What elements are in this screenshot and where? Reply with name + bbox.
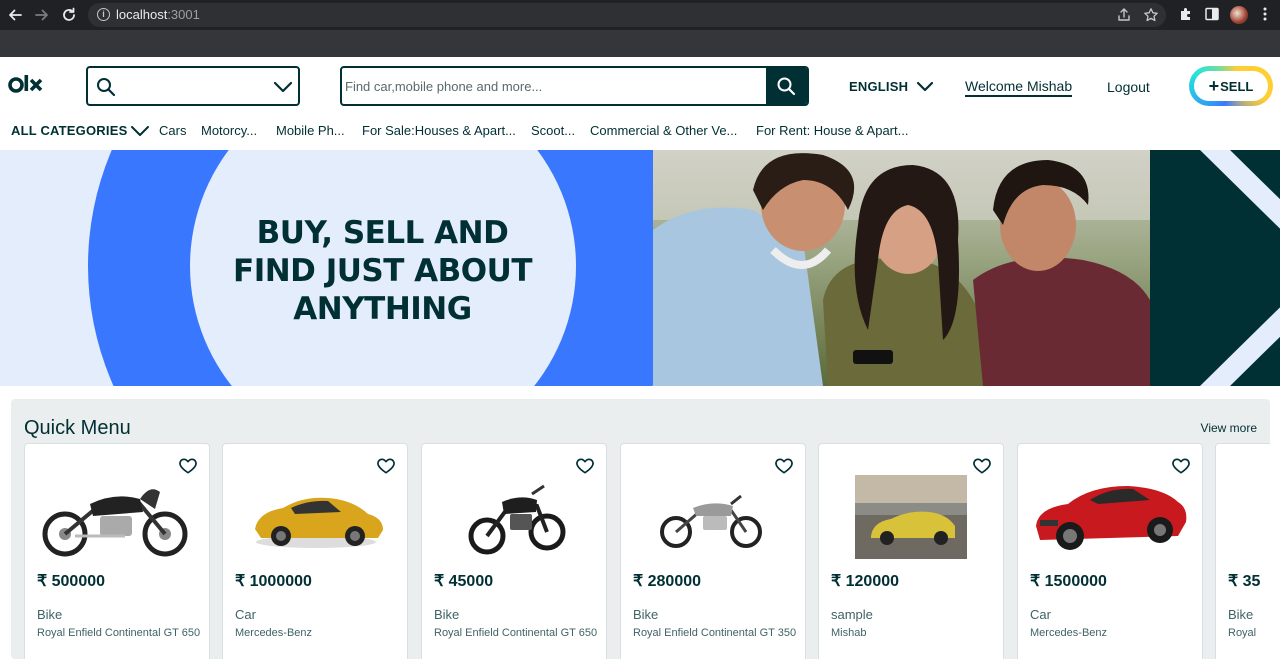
product-image-yellow-car-photo	[829, 474, 995, 560]
product-price: ₹ 1000000	[235, 573, 312, 590]
chevron-down-icon[interactable]	[273, 80, 293, 94]
olx-logo-icon	[8, 75, 43, 93]
product-image-red-sports-car	[1028, 474, 1194, 560]
product-price: ₹ 35	[1228, 573, 1261, 590]
heart-icon[interactable]	[376, 456, 396, 476]
hero-banner[interactable]: BUY, SELL AND FIND JUST ABOUT ANYTHING	[0, 150, 1280, 386]
product-card[interactable]: ₹ 45000 Bike Royal Enfield Continental G…	[421, 443, 607, 659]
product-name: Royal Enfield Continental GT 650	[434, 627, 598, 639]
product-price: ₹ 1500000	[1030, 573, 1107, 590]
logout-link[interactable]: Logout	[1107, 79, 1150, 95]
view-more-link[interactable]: View more	[1201, 421, 1257, 435]
category-item-mobile-phones[interactable]: Mobile Ph...	[276, 123, 345, 138]
product-name: Mercedes-Benz	[1030, 627, 1108, 639]
site-info-icon[interactable]: i	[97, 8, 110, 21]
all-categories-label[interactable]: ALL CATEGORIES	[11, 123, 127, 138]
extensions-puzzle-icon[interactable]	[1177, 6, 1195, 24]
profile-avatar[interactable]	[1230, 6, 1248, 24]
sell-button-inner: +SELL	[1194, 71, 1268, 101]
product-category: sample	[831, 607, 873, 622]
product-category: Car	[235, 607, 256, 622]
search-icon	[777, 77, 796, 96]
olx-logo[interactable]	[8, 73, 46, 100]
product-category: Bike	[434, 607, 460, 622]
product-card[interactable]: ₹ 120000 sample Mishab	[818, 443, 1004, 659]
chevron-down-icon	[916, 81, 934, 92]
product-card[interactable]: ₹ 1000000 Car Mercedes-Benz	[222, 443, 408, 659]
product-category: Bike	[37, 607, 63, 622]
side-panel-icon[interactable]	[1203, 6, 1221, 24]
product-category: Car	[1030, 607, 1051, 622]
quick-menu-title: Quick Menu	[24, 417, 131, 439]
heart-icon[interactable]	[1171, 456, 1191, 476]
product-card[interactable]: ₹ 280000 Bike Royal Enfield Continental …	[620, 443, 806, 659]
search-bar	[340, 66, 809, 106]
product-name: Mercedes-Benz	[235, 627, 313, 639]
heart-icon[interactable]	[178, 456, 198, 476]
address-bar[interactable]: i localhost:3001	[88, 3, 1166, 27]
sell-button[interactable]: +SELL	[1189, 66, 1273, 106]
category-item-cars[interactable]: Cars	[159, 123, 186, 138]
product-category: Bike	[633, 607, 659, 622]
sell-label: SELL	[1220, 79, 1254, 94]
category-item-houses-for-rent[interactable]: For Rent: House & Apart...	[756, 123, 908, 138]
url-text[interactable]: localhost:3001	[116, 7, 200, 22]
product-image-black-cafe-racer	[35, 474, 201, 560]
banner-people-photo	[653, 150, 1150, 386]
product-image-black-cruiser	[432, 474, 598, 560]
share-icon[interactable]	[1116, 7, 1132, 23]
product-card[interactable]: ₹ 500000 Bike Royal Enfield Continental …	[24, 443, 210, 659]
product-image-yellow-sports-car	[233, 474, 399, 560]
browser-bookmark-strip	[0, 30, 1280, 57]
product-price: ₹ 45000	[434, 573, 494, 590]
category-item-motorcycles[interactable]: Motorcy...	[201, 123, 257, 138]
product-price: ₹ 120000	[831, 573, 900, 590]
chevron-down-icon[interactable]	[130, 124, 150, 138]
product-name: Royal Enfield Continental GT 650	[37, 627, 201, 639]
banner-headline: BUY, SELL AND FIND JUST ABOUT ANYTHING	[233, 215, 532, 327]
language-label: ENGLISH	[849, 79, 909, 94]
product-price: ₹ 500000	[37, 573, 106, 590]
category-bar: ALL CATEGORIES Cars Motorcy... Mobile Ph…	[0, 115, 1280, 150]
welcome-user-link[interactable]: Welcome Mishab	[965, 78, 1073, 97]
kebab-menu-icon[interactable]	[1256, 6, 1274, 24]
product-card[interactable]: ₹ 1500000 Car Mercedes-Benz	[1017, 443, 1203, 659]
category-item-scooters[interactable]: Scoot...	[531, 123, 575, 138]
banner-arrow-graphic	[1150, 150, 1280, 386]
back-arrow-icon[interactable]	[6, 6, 24, 24]
heart-icon[interactable]	[972, 456, 992, 476]
product-image-silver-cafe-racer	[631, 474, 797, 560]
forward-arrow-icon[interactable]	[33, 6, 51, 24]
product-name: Royal Enfield Continental GT 350	[633, 627, 797, 639]
quick-menu-section: Quick Menu View more ₹ 500000 Bike Royal…	[11, 399, 1270, 659]
product-card[interactable]: ₹ 35 Bike Royal	[1215, 443, 1270, 659]
language-selector[interactable]: ENGLISH	[849, 79, 934, 94]
location-select[interactable]	[86, 66, 300, 106]
category-item-houses-for-sale[interactable]: For Sale:Houses & Apart...	[362, 123, 516, 138]
product-category: Bike	[1228, 607, 1254, 622]
plus-icon: +	[1208, 76, 1220, 96]
reload-icon[interactable]	[60, 6, 78, 24]
bookmark-star-icon[interactable]	[1143, 7, 1159, 23]
category-item-commercial-vehicles[interactable]: Commercial & Other Ve...	[590, 123, 737, 138]
product-name: Mishab	[831, 627, 867, 639]
product-price: ₹ 280000	[633, 573, 702, 590]
heart-icon[interactable]	[575, 456, 595, 476]
product-name: Royal	[1228, 627, 1257, 639]
site-header: ENGLISH Welcome Mishab Logout +SELL	[0, 57, 1280, 115]
heart-icon[interactable]	[774, 456, 794, 476]
search-input[interactable]	[344, 68, 768, 104]
browser-toolbar: i localhost:3001	[0, 0, 1280, 30]
search-button[interactable]	[766, 68, 807, 104]
search-icon	[97, 78, 116, 97]
